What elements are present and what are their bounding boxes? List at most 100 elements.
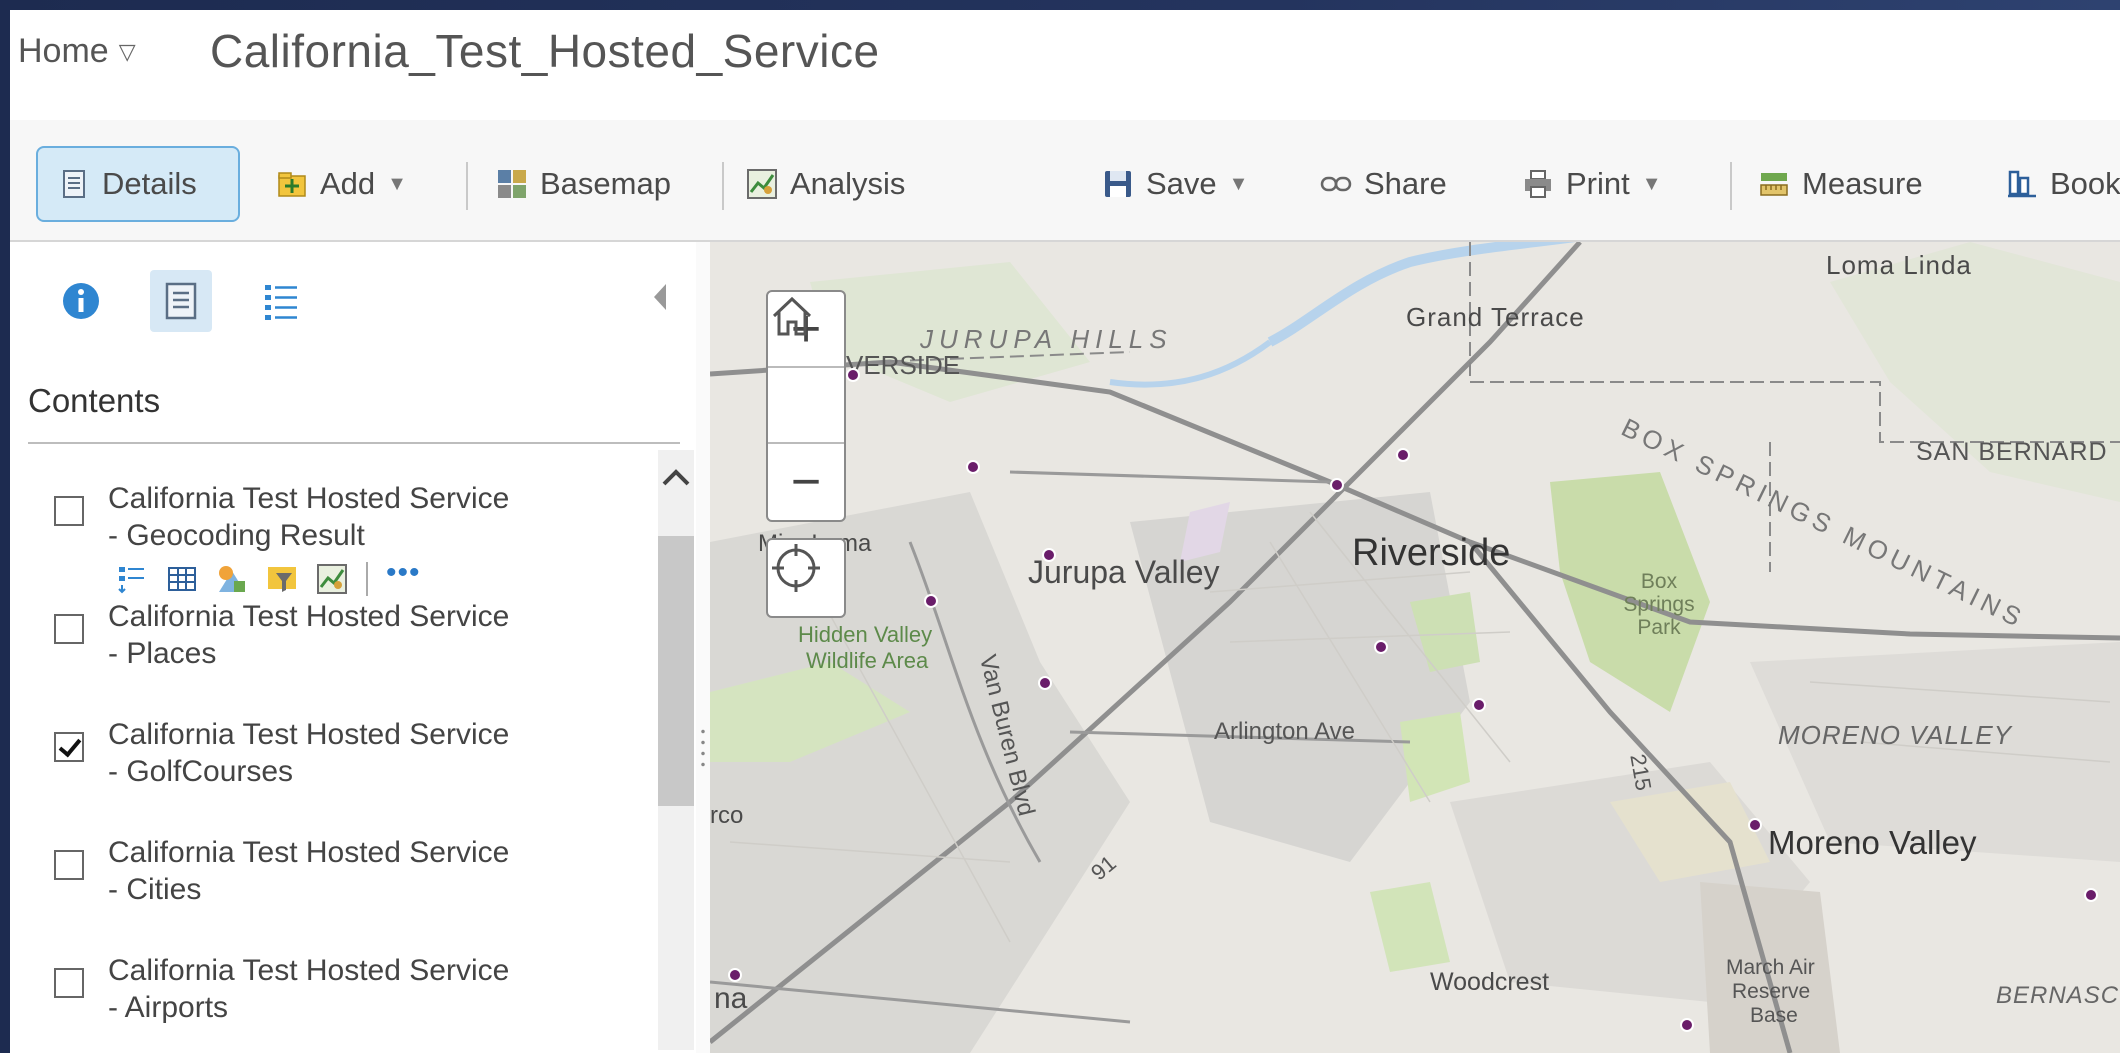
map-label: BERNASCO — [1996, 982, 2120, 1009]
perform-analysis-icon[interactable] — [316, 563, 348, 595]
collapse-panel-icon[interactable] — [650, 282, 670, 312]
layer-visibility-checkbox[interactable] — [54, 732, 84, 762]
toolbar-divider — [722, 162, 724, 210]
map-view[interactable]: Loma Linda Grand Terrace JURUPA HILLS VE… — [710, 242, 2120, 1053]
golf-course-point[interactable] — [1748, 818, 1762, 832]
tab-content[interactable] — [150, 270, 212, 332]
save-icon — [1105, 171, 1131, 197]
map-label: March Air — [1726, 956, 1815, 979]
basemap-icon — [498, 170, 526, 198]
default-extent-button[interactable] — [768, 296, 844, 444]
tab-legend[interactable] — [250, 270, 312, 332]
map-label: Wildlife Area — [806, 648, 929, 673]
golf-course-point[interactable] — [1330, 478, 1344, 492]
scrollbar-thumb[interactable] — [658, 536, 694, 806]
tab-about[interactable] — [50, 270, 112, 332]
golf-course-point[interactable] — [1396, 448, 1410, 462]
golf-course-point[interactable] — [728, 968, 742, 982]
golf-course-point[interactable] — [846, 368, 860, 382]
golf-course-point[interactable] — [924, 594, 938, 608]
resize-grip-icon — [701, 726, 705, 770]
legend-icon — [265, 285, 297, 320]
layer-tools: ••• — [116, 558, 420, 596]
chevron-down-icon: ▼ — [1228, 172, 1249, 195]
panel-resize-handle[interactable] — [696, 242, 710, 1053]
print-button[interactable]: Print ▼ — [1522, 146, 1662, 222]
layer-item-cities[interactable]: California Test Hosted Service - Cities — [54, 834, 614, 914]
measure-ruler-icon — [1760, 173, 1788, 196]
basemap-label: Basemap — [540, 166, 671, 201]
layer-visibility-checkbox[interactable] — [54, 968, 84, 998]
bookmarks-label: Book — [2050, 166, 2120, 201]
golf-course-point[interactable] — [1472, 698, 1486, 712]
layer-item-places[interactable]: California Test Hosted Service - Places — [54, 598, 614, 678]
measure-label: Measure — [1802, 166, 1923, 201]
save-button[interactable]: Save ▼ — [1102, 146, 1248, 222]
bookmarks-button[interactable]: Book — [2006, 146, 2120, 222]
save-label: Save — [1146, 166, 1217, 201]
home-menu[interactable]: Home ▽ — [18, 32, 136, 71]
layer-item-golfcourses[interactable]: California Test Hosted Service - GolfCou… — [54, 716, 614, 796]
analysis-icon — [747, 169, 777, 199]
map-label: Arlington Ave — [1214, 718, 1355, 745]
golf-course-point[interactable] — [1042, 548, 1056, 562]
map-label: Base — [1750, 1004, 1798, 1027]
layer-item-geocoding-result[interactable]: California Test Hosted Service - Geocodi… — [54, 480, 614, 596]
content-list-icon — [165, 282, 197, 320]
chevron-down-icon: ▼ — [387, 172, 407, 195]
map-label: rco — [710, 802, 744, 829]
golf-course-point[interactable] — [2084, 888, 2098, 902]
map-label: Riverside — [1352, 532, 1511, 574]
locate-button[interactable] — [766, 538, 846, 618]
bookmarks-icon — [2008, 170, 2036, 198]
map-viewer-app: Home ▽ California_Test_Hosted_Service De… — [10, 10, 2120, 1053]
layer-list: California Test Hosted Service - Geocodi… — [10, 452, 650, 1052]
chevron-down-icon: ▽ — [118, 38, 136, 64]
layer-title: California Test Hosted Service - Cities — [108, 836, 510, 906]
print-label: Print — [1566, 166, 1630, 201]
golf-course-point[interactable] — [1374, 640, 1388, 654]
map-label: Reserve — [1732, 980, 1811, 1003]
map-label: Box Springs Park — [1623, 570, 1695, 639]
divider — [28, 442, 680, 444]
add-button[interactable]: Add ▼ — [276, 146, 407, 222]
zoom-control: + − — [766, 290, 846, 522]
zoom-out-button[interactable]: − — [768, 444, 844, 520]
printer-icon — [1525, 170, 1551, 198]
details-icon — [63, 170, 85, 198]
layer-title: California Test Hosted Service - Places — [108, 600, 510, 670]
toolbar-divider — [466, 162, 468, 210]
map-label: Loma Linda — [1826, 250, 1972, 280]
golf-course-point[interactable] — [1680, 1018, 1694, 1032]
info-icon — [63, 283, 99, 319]
scroll-up-icon[interactable] — [658, 450, 694, 506]
toolbar-divider — [1730, 162, 1732, 210]
share-label: Share — [1364, 166, 1447, 201]
header: Home ▽ California_Test_Hosted_Service — [10, 10, 2120, 120]
details-button[interactable]: Details — [36, 146, 240, 222]
layer-visibility-checkbox[interactable] — [54, 496, 84, 526]
map-label: MORENO VALLEY — [1778, 720, 2013, 750]
map-label: SAN BERNARD — [1916, 438, 2108, 466]
more-options-icon[interactable]: ••• — [386, 558, 420, 595]
analysis-label: Analysis — [790, 166, 906, 201]
layer-visibility-checkbox[interactable] — [54, 850, 84, 880]
details-label: Details — [102, 166, 197, 201]
layer-title: California Test Hosted Service - GolfCou… — [108, 718, 510, 788]
map-label: Moreno Valley — [1768, 824, 1977, 861]
legend-toggle-icon[interactable] — [116, 563, 148, 595]
basemap-button[interactable]: Basemap — [496, 146, 671, 222]
golf-course-point[interactable] — [966, 460, 980, 474]
layer-item-airports[interactable]: California Test Hosted Service - Airport… — [54, 952, 614, 1032]
measure-button[interactable]: Measure — [1758, 146, 1923, 222]
share-button[interactable]: Share — [1320, 146, 1447, 222]
attribute-table-icon[interactable] — [166, 563, 198, 595]
crosshair-locate-icon — [772, 544, 820, 592]
analysis-button[interactable]: Analysis — [746, 146, 905, 222]
golf-course-point[interactable] — [1038, 676, 1052, 690]
filter-icon[interactable] — [266, 563, 298, 595]
layer-visibility-checkbox[interactable] — [54, 614, 84, 644]
map-label: Grand Terrace — [1406, 302, 1585, 332]
map-label: VERSIDE — [846, 350, 961, 380]
change-style-icon[interactable] — [216, 563, 248, 595]
